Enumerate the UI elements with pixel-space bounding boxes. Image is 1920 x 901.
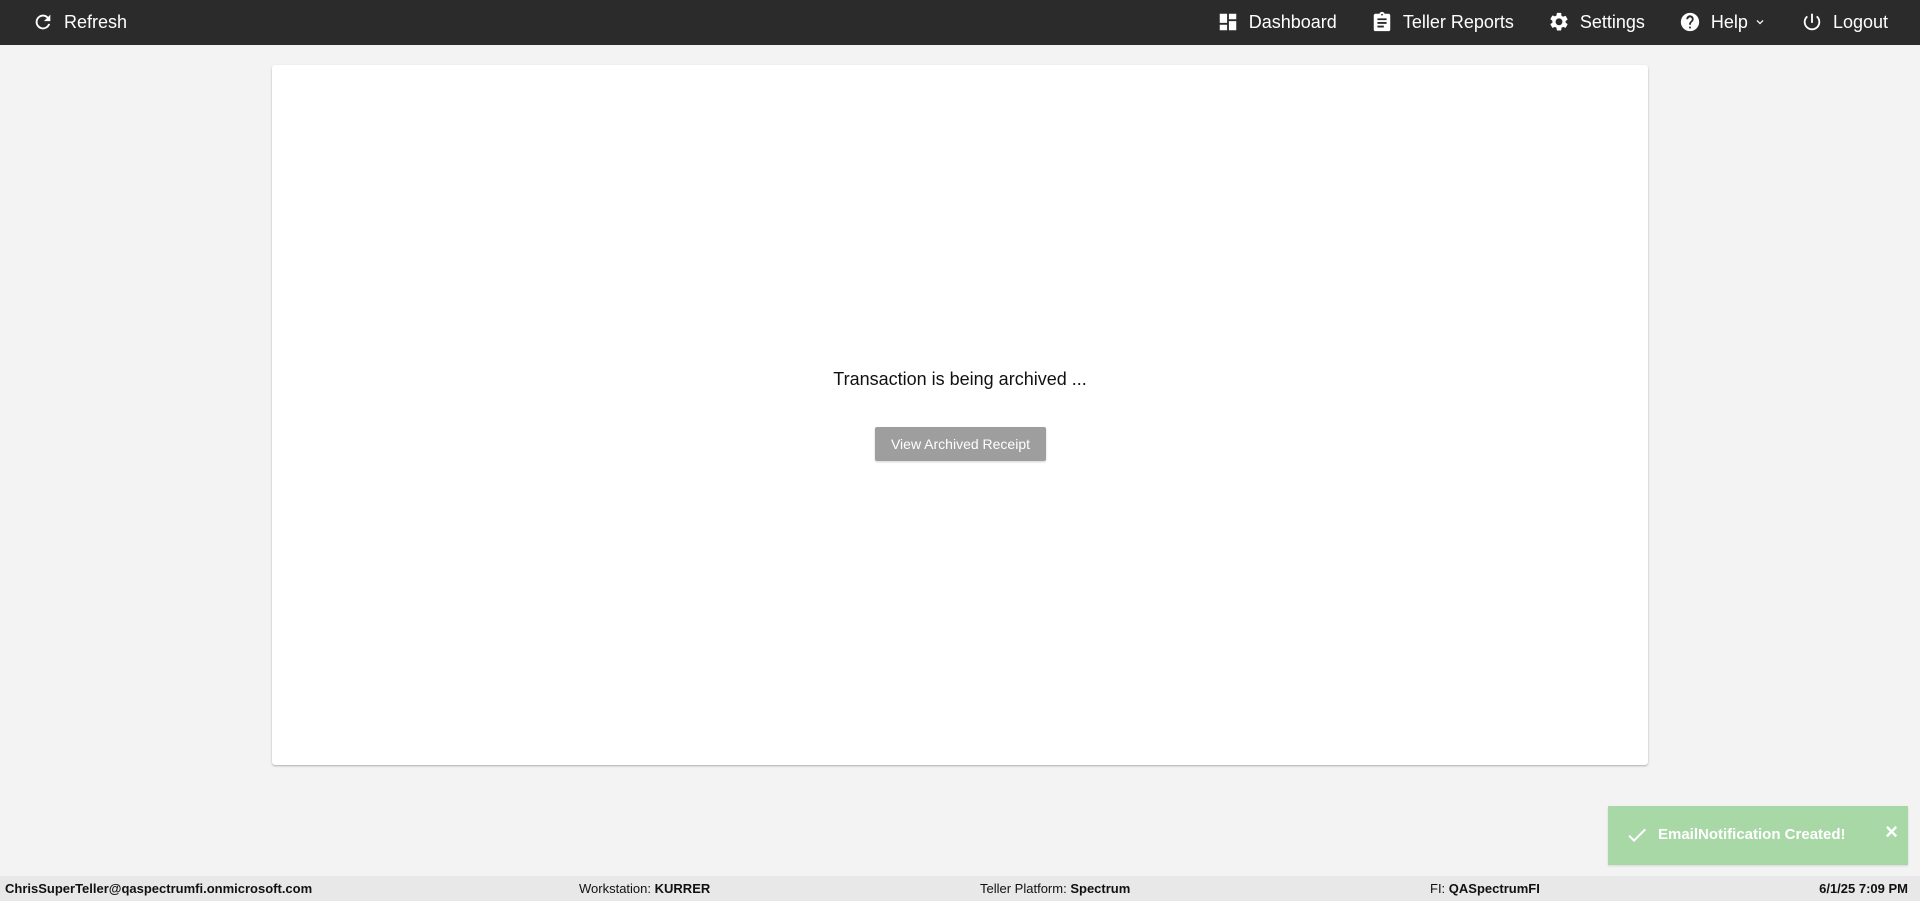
teller-platform-info: Teller Platform: Spectrum bbox=[980, 881, 1130, 896]
logout-label: Logout bbox=[1832, 11, 1888, 32]
success-toast: EmailNotification Created! × bbox=[1608, 806, 1908, 865]
signed-in-user: ChrisSuperTeller@qaspectrumfi.onmicrosof… bbox=[5, 881, 312, 896]
primary-navigation: Dashboard Teller Reports Settings Help L… bbox=[1217, 11, 1888, 33]
refresh-icon bbox=[35, 14, 51, 30]
clipboard-icon bbox=[1373, 11, 1391, 32]
gear-icon bbox=[1550, 12, 1568, 31]
date-time-value: 6/1/25 7:09 PM bbox=[1819, 881, 1908, 896]
chevron-down-icon bbox=[1756, 20, 1764, 25]
archive-status-panel: Transaction is being archived ... View A… bbox=[272, 65, 1648, 765]
dashboard-label: Dashboard bbox=[1248, 11, 1337, 32]
teller-platform-value: Spectrum bbox=[1070, 881, 1131, 896]
current-date-time: 6/1/25 7:09 PM bbox=[1819, 881, 1908, 896]
workstation-label: Workstation: bbox=[579, 881, 652, 896]
workstation-value: KURRER bbox=[654, 881, 711, 896]
refresh-label: Refresh bbox=[64, 11, 128, 32]
question-circle-icon bbox=[1680, 12, 1700, 32]
settings-link[interactable]: Settings bbox=[1548, 11, 1645, 33]
dashboard-link[interactable]: Dashboard bbox=[1217, 11, 1337, 33]
help-label: Help bbox=[1710, 11, 1748, 32]
archive-status-message: Transaction is being archived ... bbox=[833, 369, 1087, 389]
dashboard-icon bbox=[1219, 13, 1236, 31]
fi-value: QASpectrumFI bbox=[1448, 881, 1540, 896]
toast-message: EmailNotification Created! bbox=[1658, 826, 1846, 843]
check-icon bbox=[1628, 828, 1646, 842]
teller-reports-label: Teller Reports bbox=[1402, 11, 1514, 32]
refresh-button[interactable]: Refresh bbox=[32, 11, 127, 33]
settings-label: Settings bbox=[1579, 11, 1645, 32]
toast-success-icon-wrap bbox=[1623, 823, 1651, 847]
help-menu[interactable]: Help bbox=[1679, 11, 1767, 33]
teller-platform-label: Teller Platform: bbox=[980, 881, 1067, 896]
close-icon[interactable]: × bbox=[1885, 821, 1898, 843]
fi-label: FI: bbox=[1430, 881, 1446, 896]
view-archived-receipt-button[interactable]: View Archived Receipt bbox=[875, 427, 1046, 461]
power-icon bbox=[1803, 13, 1821, 31]
teller-reports-link[interactable]: Teller Reports bbox=[1371, 11, 1514, 33]
user-email: ChrisSuperTeller@qaspectrumfi.onmicrosof… bbox=[5, 881, 313, 896]
workstation-info: Workstation: KURRER bbox=[579, 881, 710, 896]
status-footer: ChrisSuperTeller@qaspectrumfi.onmicrosof… bbox=[0, 876, 1920, 901]
top-navigation-bar: Refresh Dashboard Teller Reports Setting… bbox=[0, 0, 1920, 45]
logout-link[interactable]: Logout bbox=[1801, 11, 1888, 33]
financial-institution-info: FI: QASpectrumFI bbox=[1430, 881, 1540, 896]
